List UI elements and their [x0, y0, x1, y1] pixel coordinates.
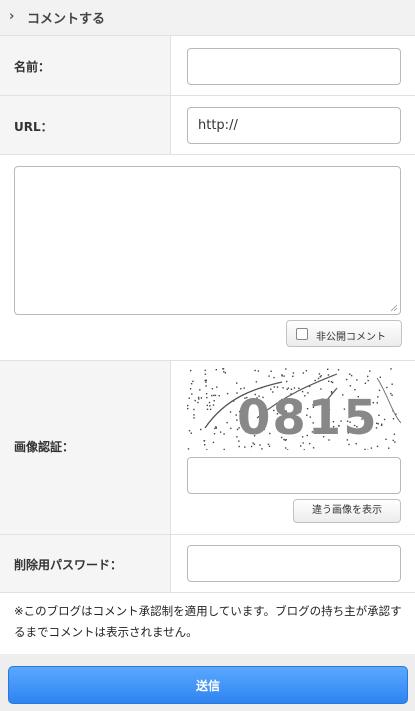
url-label: URL： — [14, 120, 53, 134]
password-input[interactable] — [187, 545, 401, 582]
captcha-label: 画像認証： — [14, 440, 75, 454]
name-input[interactable] — [187, 48, 401, 85]
resize-handle-icon[interactable] — [390, 304, 398, 312]
password-row: 削除用パスワード： — [0, 535, 415, 593]
name-label: 名前： — [14, 60, 51, 74]
comment-section-header[interactable]: › コメントする — [0, 0, 415, 36]
submit-button[interactable]: 送信 — [8, 666, 408, 704]
captcha-code: 0815 — [237, 390, 379, 446]
url-row: URL： http:// — [0, 96, 415, 155]
chevron-right-icon: › — [9, 9, 15, 24]
private-checkbox[interactable] — [296, 328, 308, 340]
captcha-image: 0815 — [187, 368, 401, 450]
section-title: コメントする — [27, 12, 106, 27]
comment-textarea[interactable] — [14, 166, 401, 315]
private-label: 非公開コメント — [316, 332, 386, 343]
url-input[interactable]: http:// — [187, 107, 401, 144]
approval-notice: ※このブログはコメント承認制を適用しています。ブログの持ち主が承認するまでコメン… — [14, 604, 402, 639]
name-row: 名前： — [0, 36, 415, 96]
captcha-input[interactable] — [187, 457, 401, 494]
password-label: 削除用パスワード： — [14, 558, 123, 572]
captcha-refresh-button[interactable]: 違う画像を表示 — [293, 499, 401, 523]
footer-bar: 送信 — [0, 654, 415, 711]
private-comment-toggle[interactable]: 非公開コメント — [286, 320, 402, 347]
